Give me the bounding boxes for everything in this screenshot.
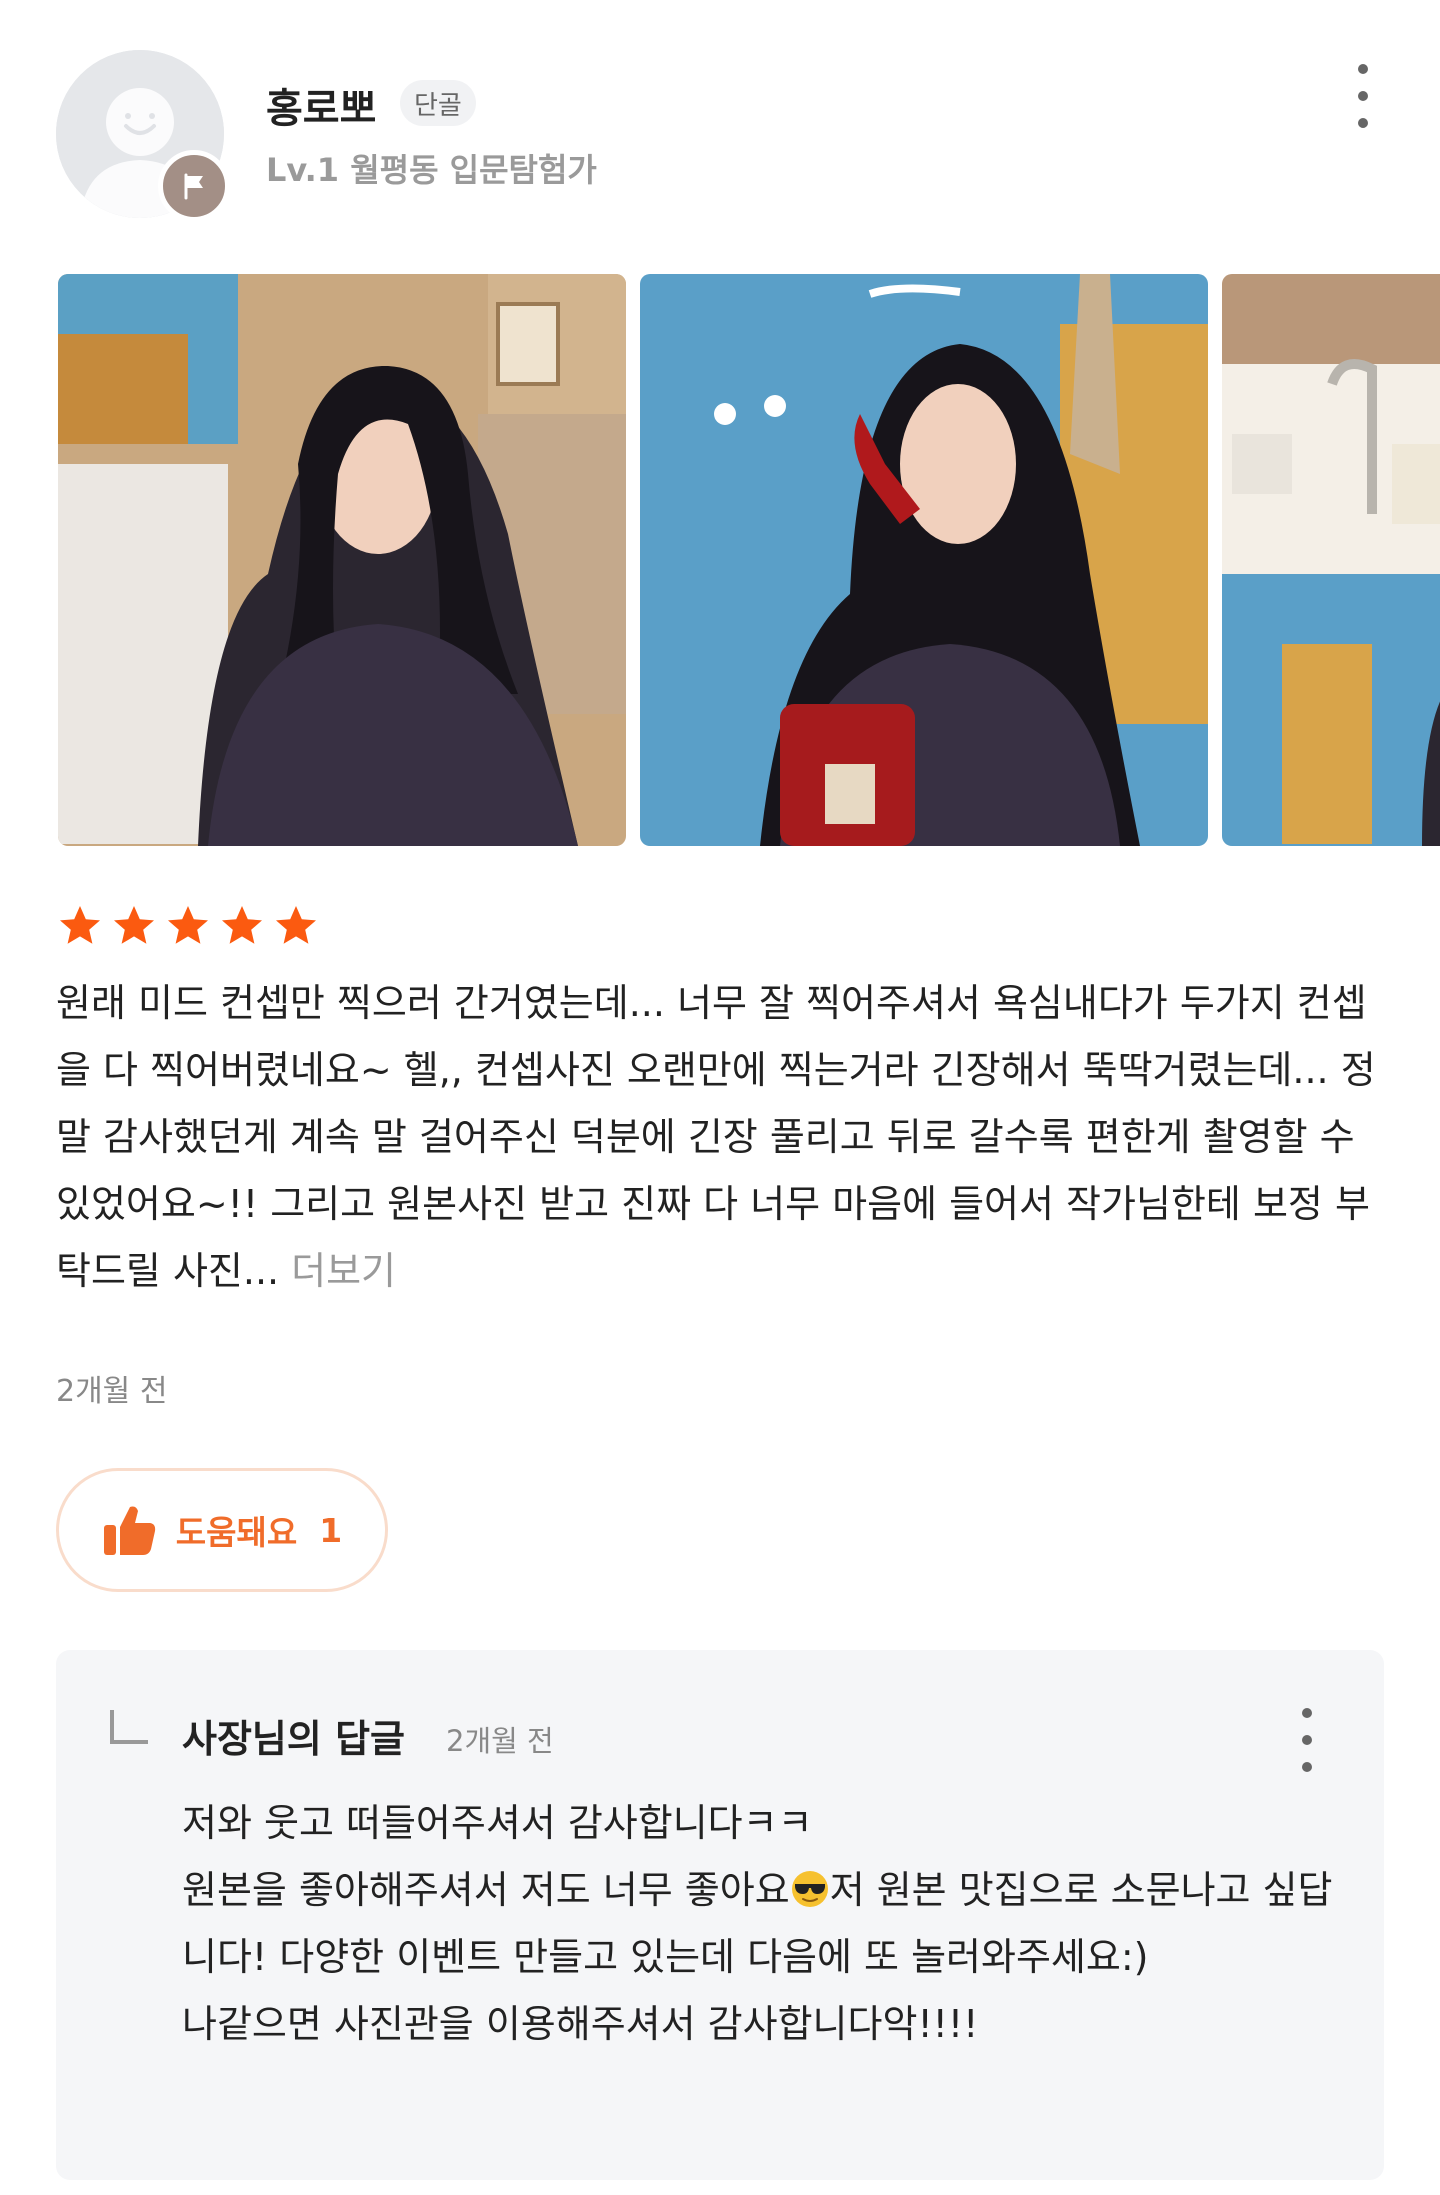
helpful-count: 1 bbox=[319, 1510, 343, 1550]
reply-line-2: 원본을 좋아해주셔서 저도 너무 좋아요 저 원본 맛집으로 소문나고 싶답니다!… bbox=[182, 1857, 1342, 1991]
helpful-button[interactable]: 도움돼요 1 bbox=[56, 1468, 388, 1592]
reply-text: 저와 웃고 떠들어주셔서 감사합니다ㅋㅋ 원본을 좋아해주셔서 저도 너무 좋아… bbox=[182, 1790, 1342, 2058]
review-photo-2[interactable] bbox=[640, 274, 1208, 846]
review-text-container: 원래 미드 컨셉만 찍으러 간거였는데... 너무 잘 찍어주셔서 욕심내다가 … bbox=[56, 970, 1386, 1305]
flag-icon bbox=[184, 173, 203, 200]
star-icon bbox=[168, 906, 208, 944]
reply-line-2a: 원본을 좋아해주셔서 저도 너무 좋아요 bbox=[182, 1868, 790, 1912]
more-link[interactable]: 더보기 bbox=[291, 1249, 396, 1293]
review-photo-1[interactable] bbox=[58, 274, 626, 846]
reply-line-1: 저와 웃고 떠들어주셔서 감사합니다ㅋㅋ bbox=[182, 1801, 813, 1845]
sunglasses-emoji-icon bbox=[791, 1871, 828, 1907]
star-icon bbox=[276, 906, 316, 944]
review-text: 원래 미드 컨셉만 찍으러 간거였는데... 너무 잘 찍어주셔서 욕심내다가 … bbox=[56, 981, 1376, 1293]
reviewer-level: Lv.1 월평동 입문탐험가 bbox=[266, 151, 597, 189]
regular-badge: 단골 bbox=[400, 80, 476, 126]
reply-author: 사장님의 답글 bbox=[182, 1717, 405, 1761]
reply-more-options-button[interactable] bbox=[1287, 1700, 1327, 1780]
reply-line-3: 나같으면 사진관을 이용해주셔서 감사합니다악!!!! bbox=[182, 2002, 979, 2046]
star-icon bbox=[222, 906, 262, 944]
reviewer-name[interactable]: 홍로뽀 bbox=[266, 76, 376, 134]
photo-carousel[interactable] bbox=[56, 274, 1440, 846]
more-options-button[interactable] bbox=[1343, 56, 1383, 136]
flag-badge bbox=[158, 150, 230, 222]
owner-reply: 사장님의 답글 2개월 전 저와 웃고 떠들어주셔서 감사합니다ㅋㅋ 원본을 좋… bbox=[56, 1650, 1384, 2180]
reply-arrow-icon bbox=[110, 1710, 148, 1744]
reply-date: 2개월 전 bbox=[446, 1724, 554, 1758]
rating-stars bbox=[56, 902, 320, 950]
star-icon bbox=[60, 906, 100, 944]
star-icon bbox=[114, 906, 154, 944]
review-photo-3[interactable] bbox=[1222, 274, 1440, 846]
thumbs-up-icon bbox=[103, 1506, 155, 1555]
review-date: 2개월 전 bbox=[56, 1374, 168, 1409]
helpful-label: 도움돼요 bbox=[175, 1513, 298, 1552]
